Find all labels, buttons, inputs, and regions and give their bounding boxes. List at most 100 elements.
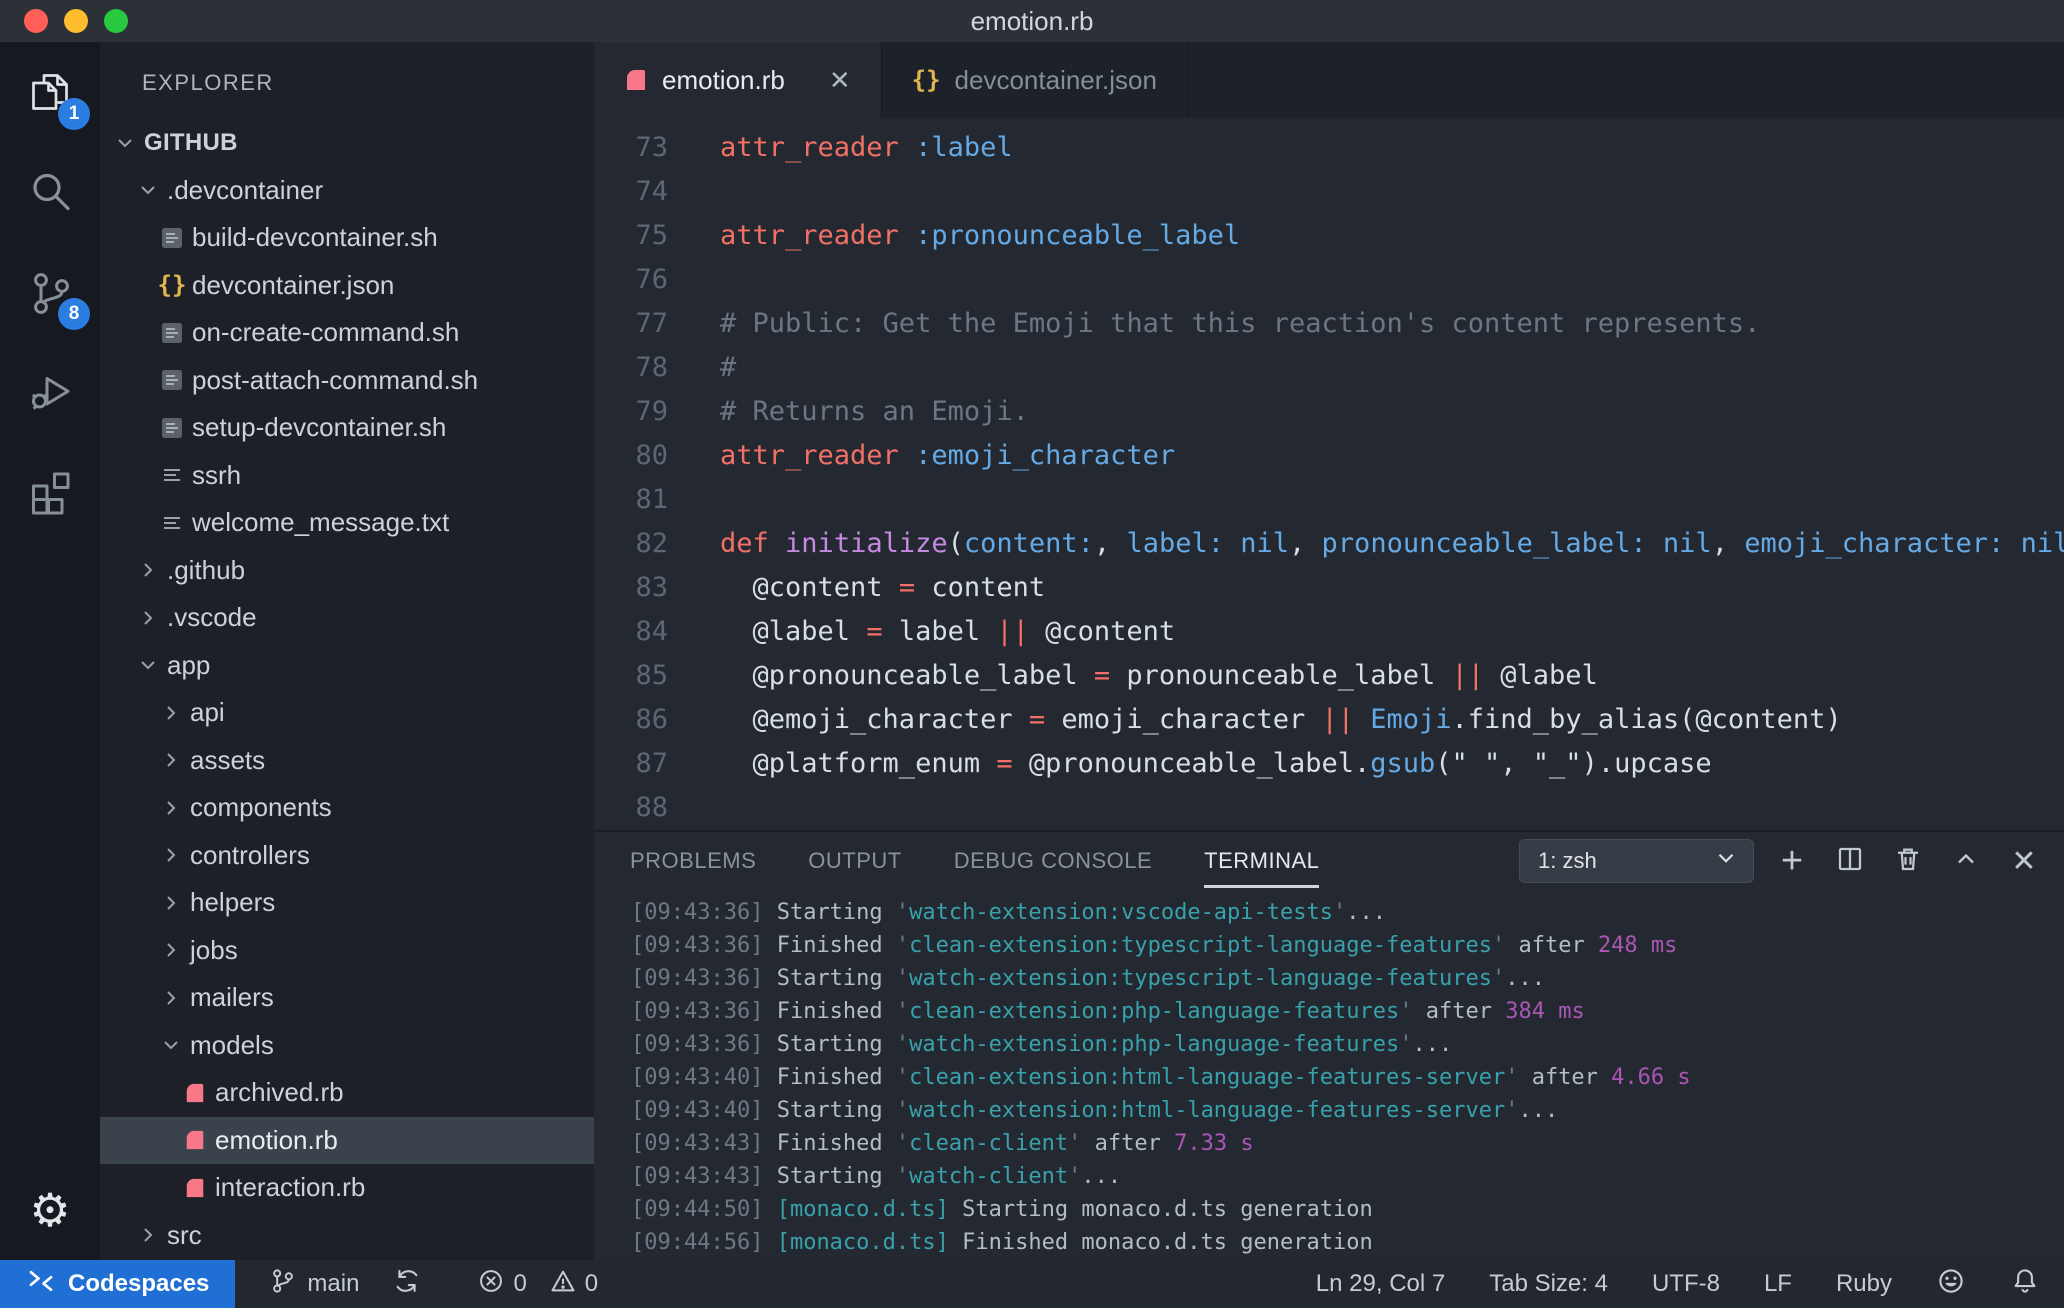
tree-item-helpers[interactable]: helpers (100, 879, 594, 927)
close-panel-button[interactable]: ✕ (2004, 841, 2044, 881)
feedback-button[interactable] (1936, 1266, 1966, 1303)
tree-item-interaction-rb[interactable]: interaction.rb (100, 1164, 594, 1212)
terminal-output[interactable]: [09:43:36] Starting 'watch-extension:vsc… (594, 890, 2064, 1259)
editor-tab-bar: emotion.rb ✕ {} devcontainer.json (594, 42, 2064, 118)
source-control-view-button[interactable]: 8 (0, 242, 100, 342)
code-line-76: 76 (594, 258, 2064, 302)
tree-item-label: emotion.rb (215, 1124, 338, 1155)
trash-icon (1893, 844, 1923, 879)
code-line-88: 88 (594, 786, 2064, 830)
run-debug-view-button[interactable] (0, 342, 100, 442)
tree-item--devcontainer[interactable]: .devcontainer (100, 167, 594, 215)
indentation-indicator[interactable]: Tab Size: 4 (1489, 1270, 1608, 1298)
warning-icon (549, 1267, 577, 1302)
tree-item-build-devcontainer-sh[interactable]: build-devcontainer.sh (100, 214, 594, 262)
tree-item-emotion-rb[interactable]: emotion.rb (100, 1116, 594, 1164)
chevron-down-icon (133, 175, 163, 205)
chevron-right-icon (133, 555, 163, 585)
code-line-78: 78 # (594, 346, 2064, 390)
eol-indicator[interactable]: LF (1764, 1270, 1792, 1298)
panel-tab-problems[interactable]: PROBLEMS (630, 832, 756, 890)
search-view-button[interactable] (0, 142, 100, 242)
tree-item-github[interactable]: GITHUB (100, 119, 594, 167)
tree-item-src[interactable]: src (100, 1212, 594, 1260)
chevron-right-icon (156, 888, 186, 918)
tree-item-components[interactable]: components (100, 784, 594, 832)
tree-item-label: mailers (190, 982, 274, 1013)
tree-item-ssrh[interactable]: ssrh (100, 452, 594, 500)
tree-item-label: .vscode (167, 602, 257, 633)
maximize-panel-button[interactable] (1946, 841, 1986, 881)
chevron-right-icon (156, 983, 186, 1013)
line-number: 86 (635, 704, 668, 735)
vscode-window: emotion.rb 1 8 ⚙ EXPLORER GITHUB .devcon… (0, 0, 2064, 1308)
status-bar: Codespaces main 0 0 Ln 29, Col 7 Tab Siz… (0, 1260, 2064, 1308)
tree-item-label: GITHUB (144, 128, 238, 156)
tree-item-app[interactable]: app (100, 642, 594, 690)
tree-item-label: archived.rb (215, 1077, 344, 1108)
chevron-down-icon (110, 128, 140, 158)
problems-indicator[interactable]: 0 0 (477, 1267, 612, 1302)
new-terminal-button[interactable]: + (1772, 840, 1812, 882)
source-control-badge: 8 (58, 298, 90, 330)
kill-terminal-button[interactable] (1888, 841, 1928, 881)
language-mode[interactable]: Ruby (1836, 1270, 1892, 1298)
tree-item-post-attach-command-sh[interactable]: post-attach-command.sh (100, 357, 594, 405)
tree-item-label: setup-devcontainer.sh (192, 412, 447, 443)
close-tab-icon[interactable]: ✕ (829, 65, 851, 96)
tree-item-welcome-message-txt[interactable]: welcome_message.txt (100, 499, 594, 547)
tree-item-on-create-command-sh[interactable]: on-create-command.sh (100, 309, 594, 357)
code-line-83: 83 @content = content (594, 566, 2064, 610)
title-bar: emotion.rb (0, 0, 2064, 43)
ruby-file-icon (179, 1125, 211, 1155)
tree-item-label: post-attach-command.sh (192, 364, 479, 395)
encoding-indicator[interactable]: UTF-8 (1652, 1270, 1720, 1298)
terminal-line: [09:43:36] Starting 'watch-extension:typ… (631, 966, 1545, 991)
tab-devcontainer-json[interactable]: {} devcontainer.json (882, 42, 1188, 118)
panel-tab-debug-console[interactable]: DEBUG CONSOLE (954, 832, 1152, 890)
tab-emotion-rb[interactable]: emotion.rb ✕ (594, 42, 882, 118)
tree-item-controllers[interactable]: controllers (100, 832, 594, 880)
extensions-view-button[interactable] (0, 442, 100, 542)
code-line-77: 77 # Public: Get the Emoji that this reac… (594, 302, 2064, 346)
terminal-line: [09:43:36] Finished 'clean-extension:typ… (631, 933, 1678, 958)
code-line-73: 73 attr_reader :label (594, 126, 2064, 170)
json-file-icon: {} (911, 66, 941, 94)
split-terminal-button[interactable] (1830, 841, 1870, 881)
status-bar-right: Ln 29, Col 7 Tab Size: 4 UTF-8 LF Ruby (1316, 1266, 2064, 1303)
settings-gear-button[interactable]: ⚙ (0, 1160, 100, 1260)
chevron-right-icon (156, 935, 186, 965)
panel-controls: 1: zsh + ✕ (1519, 839, 2044, 883)
tree-item-setup-devcontainer-sh[interactable]: setup-devcontainer.sh (100, 404, 594, 452)
panel-tab-output[interactable]: OUTPUT (808, 832, 901, 890)
tree-item-assets[interactable]: assets (100, 737, 594, 785)
chevron-right-icon (156, 698, 186, 728)
tree-item--github[interactable]: .github (100, 547, 594, 595)
shell-file-icon (156, 413, 188, 443)
code-editor[interactable]: 73 attr_reader :label 74 75 attr_reader :pro… (594, 118, 2064, 830)
tree-item-models[interactable]: models (100, 1022, 594, 1070)
line-number: 83 (635, 572, 668, 603)
tree-item-jobs[interactable]: jobs (100, 927, 594, 975)
sync-changes-button[interactable] (393, 1267, 421, 1302)
panel-tab-terminal[interactable]: TERMINAL (1204, 832, 1320, 890)
explorer-badge: 1 (58, 98, 90, 130)
terminal-line: [09:43:36] Finished 'clean-extension:php… (631, 999, 1585, 1024)
terminal-shell-dropdown[interactable]: 1: zsh (1519, 839, 1754, 883)
branch-indicator[interactable]: main (269, 1267, 359, 1302)
search-icon (26, 168, 74, 216)
cursor-position[interactable]: Ln 29, Col 7 (1316, 1270, 1445, 1298)
tree-item-devcontainer-json[interactable]: {} devcontainer.json (100, 262, 594, 310)
explorer-view-button[interactable]: 1 (0, 42, 100, 142)
tree-item-mailers[interactable]: mailers (100, 974, 594, 1022)
codespaces-remote-button[interactable]: Codespaces (0, 1260, 236, 1308)
tree-item--vscode[interactable]: .vscode (100, 594, 594, 642)
tree-item-api[interactable]: api (100, 689, 594, 737)
tree-item-label: helpers (190, 887, 276, 918)
line-number: 82 (635, 528, 668, 559)
window-title: emotion.rb (970, 5, 1094, 36)
tree-item-archived-rb[interactable]: archived.rb (100, 1069, 594, 1117)
notifications-button[interactable] (2010, 1266, 2040, 1303)
shell-file-icon (156, 365, 188, 395)
terminal-line: [09:43:36] Starting 'watch-extension:php… (631, 1032, 1453, 1057)
